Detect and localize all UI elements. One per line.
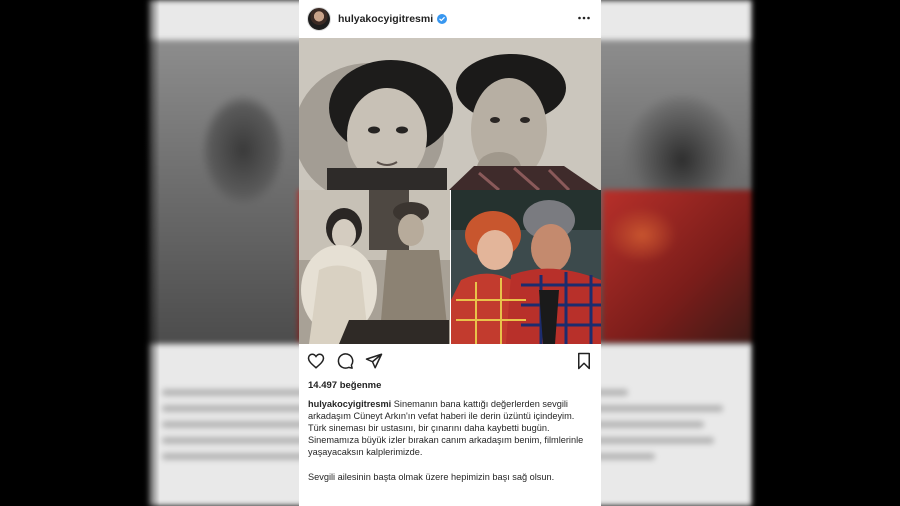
post-caption-second: Sevgili ailesinin başta olmak üzere hepi…	[308, 472, 555, 483]
photo-couple-sitting-bw	[299, 190, 451, 344]
post-image-collage[interactable]	[299, 38, 601, 344]
post-username[interactable]: hulyakocyigitresmi	[338, 13, 433, 25]
black-bar-right	[750, 0, 900, 506]
post-actions	[299, 344, 601, 378]
heart-icon[interactable]	[307, 352, 325, 370]
comment-icon[interactable]	[336, 352, 354, 370]
like-count[interactable]: 14.497 beğenme	[299, 380, 601, 391]
verified-badge-icon	[437, 14, 448, 24]
blurred-photo-color	[602, 190, 752, 342]
photo-couple-bw	[299, 38, 601, 190]
avatar[interactable]	[307, 7, 331, 31]
bookmark-icon[interactable]	[575, 352, 593, 370]
caption-username[interactable]: hulyakocyigitresmi	[308, 399, 391, 409]
collage-divider	[450, 190, 451, 344]
post-caption: hulyakocyigitresmi Sinemanın bana kattığ…	[299, 398, 601, 458]
instagram-post: hulyakocyigitresmi 14.497 beğenme hulyak…	[299, 0, 601, 506]
post-header: hulyakocyigitresmi	[299, 0, 601, 38]
more-options-icon[interactable]	[577, 11, 591, 25]
black-bar-left	[0, 0, 160, 506]
send-icon[interactable]	[365, 352, 383, 370]
photo-couple-color	[451, 190, 601, 344]
